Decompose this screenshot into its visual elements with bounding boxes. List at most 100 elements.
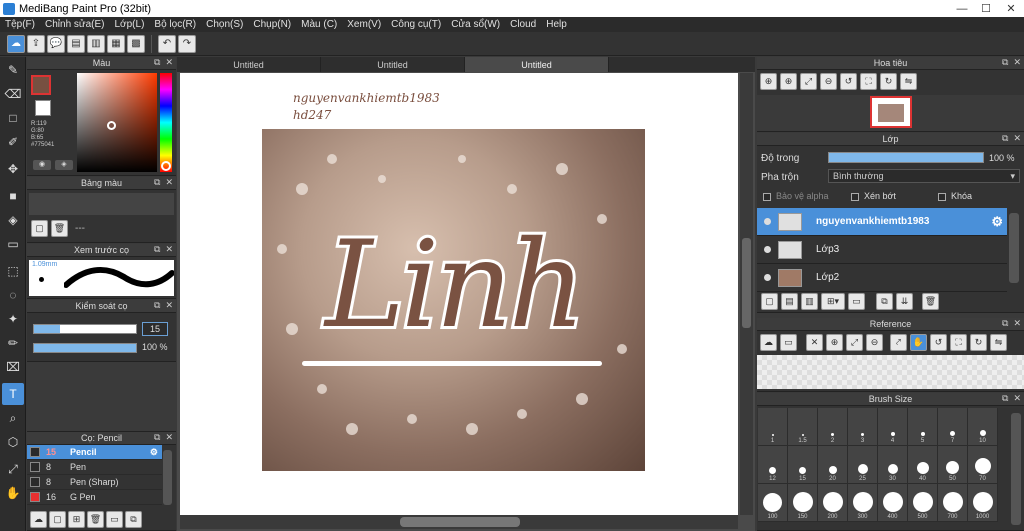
brush-tool-icon[interactable]: ✎ — [2, 59, 24, 81]
canvas-vertical-scrollbar[interactable] — [740, 73, 753, 515]
redo-icon[interactable]: ↷ — [178, 34, 196, 53]
color-wheel-icon[interactable]: ◉ — [33, 160, 51, 170]
flip-icon[interactable]: ⇋ — [900, 72, 917, 90]
delete-layer-icon[interactable]: 🗑 — [922, 292, 939, 310]
operation-tool-icon[interactable]: ⬡ — [2, 431, 24, 453]
menu-filter[interactable]: Bộ lọc(R) — [149, 19, 201, 30]
navigator-preview[interactable] — [757, 95, 1024, 131]
color-picker-cursor[interactable] — [107, 121, 116, 130]
layer-row[interactable]: nguyenvankhiemtb1983 ⚙ — [757, 208, 1007, 236]
popout-icon[interactable]: ⧉ — [1002, 318, 1008, 329]
new-8bit-layer-icon[interactable]: ▥ — [801, 292, 818, 310]
brush-size-option[interactable]: 70 — [968, 446, 998, 484]
eraser-tool-icon[interactable]: ⌫ — [2, 83, 24, 105]
text-tool-icon[interactable]: T — [2, 383, 24, 405]
brush-size-option[interactable]: 1.5 — [788, 408, 818, 446]
layer-list-scrollbar[interactable] — [1009, 213, 1019, 283]
close-panel-icon[interactable]: ✕ — [165, 177, 173, 188]
brush-opacity-slider[interactable] — [33, 343, 137, 353]
popout-icon[interactable]: ⧉ — [1002, 393, 1008, 404]
visibility-icon[interactable] — [764, 246, 771, 253]
brush-size-option[interactable]: 2 — [818, 408, 848, 446]
pen-tool-icon[interactable]: ✐ — [2, 131, 24, 153]
visibility-icon[interactable] — [764, 218, 771, 225]
zoom-in-icon[interactable]: ⊕ — [826, 333, 843, 351]
zoom-in-icon-2[interactable]: ⊕ — [780, 72, 797, 90]
close-panel-icon[interactable]: ✕ — [1013, 393, 1021, 404]
new-layer-icon[interactable]: ▢ — [761, 292, 778, 310]
brush-size-option[interactable]: 500 — [908, 484, 938, 522]
layer-row[interactable]: Lớp3 — [757, 236, 1007, 264]
close-panel-icon[interactable]: ✕ — [1013, 57, 1021, 68]
visibility-icon[interactable] — [764, 274, 771, 281]
close-panel-icon[interactable]: ✕ — [165, 432, 173, 443]
brush-size-slider[interactable] — [33, 324, 137, 334]
brush-list-scrollbar[interactable] — [163, 450, 172, 505]
duplicate-brush-icon[interactable]: ⧉ — [125, 510, 142, 528]
blend-mode-select[interactable]: Bình thường ▾ — [828, 169, 1020, 183]
brush-size-option[interactable]: 200 — [818, 484, 848, 522]
brush-cloud-icon[interactable]: ☁ — [30, 510, 47, 528]
rotate-left-icon[interactable]: ↺ — [930, 333, 947, 351]
merge-layer-icon[interactable]: ⇊ — [896, 292, 913, 310]
close-panel-icon[interactable]: ✕ — [165, 244, 173, 255]
lock-checkbox[interactable]: Khóa — [938, 191, 972, 201]
rotate-right-icon[interactable]: ↻ — [880, 72, 897, 90]
divide-tool-icon[interactable]: ⌕ — [2, 407, 24, 429]
open-folder-icon[interactable]: ▭ — [780, 333, 797, 351]
hue-slider[interactable] — [160, 73, 172, 172]
saturation-value-picker[interactable] — [77, 73, 157, 172]
duplicate-layer-icon[interactable]: ⧉ — [876, 292, 893, 310]
menu-layer[interactable]: Lớp(L) — [110, 19, 150, 30]
popout-icon[interactable]: ⧉ — [1002, 57, 1008, 68]
brush-size-option[interactable]: 7 — [938, 408, 968, 446]
menu-snap[interactable]: Chụp(N) — [248, 19, 296, 30]
fit-screen-icon[interactable]: ⛶ — [950, 333, 967, 351]
brush-size-option[interactable]: 1 — [758, 408, 788, 446]
brush-size-option[interactable]: 10 — [968, 408, 998, 446]
brush-size-option[interactable]: 100 — [758, 484, 788, 522]
brush-size-input[interactable]: 15 — [142, 322, 168, 336]
popout-icon[interactable]: ⧉ — [154, 177, 160, 188]
export-icon[interactable]: ⇪ — [27, 34, 45, 53]
layer-folder-icon[interactable]: ▭ — [848, 292, 865, 310]
current-color-swatch[interactable] — [31, 75, 51, 95]
hand-tool-icon[interactable]: ✋ — [2, 482, 24, 504]
gear-icon[interactable]: ⚙ — [150, 447, 158, 458]
panel-icon[interactable]: ▩ — [127, 34, 145, 53]
secondary-color-swatch[interactable] — [35, 100, 51, 116]
layer-opacity-slider[interactable] — [828, 152, 984, 163]
popout-icon[interactable]: ⧉ — [154, 432, 160, 443]
brush-size-option[interactable]: 5 — [908, 408, 938, 446]
add-layer-menu-icon[interactable]: ⊞▾ — [821, 292, 845, 310]
close-panel-icon[interactable]: ✕ — [1013, 133, 1021, 144]
menu-cloud[interactable]: Cloud — [505, 19, 541, 30]
move-tool-icon[interactable]: ✥ — [2, 158, 24, 180]
close-panel-icon[interactable]: ✕ — [165, 300, 173, 311]
popout-icon[interactable]: ⧉ — [154, 244, 160, 255]
brush-size-option[interactable]: 30 — [878, 446, 908, 484]
navigator-viewport[interactable] — [870, 96, 912, 128]
fit-screen-icon[interactable]: ⛶ — [860, 72, 877, 90]
close-panel-icon[interactable]: ✕ — [165, 57, 173, 68]
brush-size-option[interactable]: 20 — [818, 446, 848, 484]
new-halftone-layer-icon[interactable]: ▤ — [781, 292, 798, 310]
page-icon[interactable]: ▤ — [67, 34, 85, 53]
menu-color[interactable]: Màu (C) — [296, 19, 342, 30]
menu-window[interactable]: Cửa sổ(W) — [446, 19, 505, 30]
gear-icon[interactable]: ⚙ — [991, 214, 1003, 230]
brush-list-item[interactable]: 16 G Pen — [27, 490, 162, 505]
select-eraser-tool-icon[interactable]: ⌧ — [2, 356, 24, 378]
reference-image-area[interactable] — [757, 355, 1024, 389]
menu-edit[interactable]: Chỉnh sửa(E) — [40, 19, 110, 30]
tab-untitled-2[interactable]: Untitled — [321, 57, 465, 72]
minimize-icon[interactable]: — — [950, 0, 974, 17]
brush-size-option[interactable]: 3 — [848, 408, 878, 446]
brush-size-option[interactable]: 300 — [848, 484, 878, 522]
protect-alpha-checkbox[interactable]: Bảo vệ alpha — [763, 191, 829, 201]
menu-view[interactable]: Xem(V) — [342, 19, 386, 30]
popout-icon[interactable]: ⧉ — [154, 300, 160, 311]
new-palette-icon[interactable]: ▢ — [31, 220, 48, 237]
brush-size-option[interactable]: 40 — [908, 446, 938, 484]
menu-help[interactable]: Help — [541, 19, 572, 30]
